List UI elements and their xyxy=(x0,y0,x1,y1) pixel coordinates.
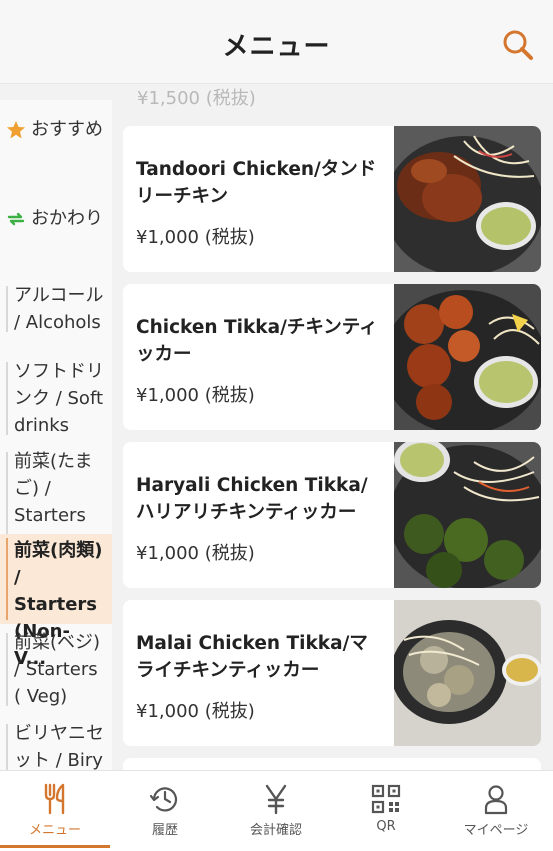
star-icon xyxy=(7,120,25,138)
tab-label: 会計確認 xyxy=(249,823,302,838)
menu-item-card[interactable] xyxy=(123,758,541,770)
refill-icon xyxy=(7,212,25,225)
item-name: Malai Chicken Tikka/マライチキンティッカー xyxy=(136,633,368,681)
item-price: ¥1,000 (税抜) xyxy=(136,543,255,564)
item-name: Chicken Tikka/チキンティッカー xyxy=(136,317,378,365)
tab-label: マイページ xyxy=(463,823,529,838)
tab-history[interactable]: 履歴 xyxy=(110,771,220,851)
food-photo xyxy=(394,442,541,588)
tab-my-page[interactable]: マイページ xyxy=(441,771,551,851)
sidebar-item-label: ソフトドリンク / Soft drinks xyxy=(14,361,104,436)
item-price: ¥1,000 (税抜) xyxy=(136,385,255,406)
tab-label: 履歴 xyxy=(151,823,178,838)
food-photo xyxy=(394,284,541,430)
page-title: メニュー xyxy=(222,32,331,62)
fork-knife-icon xyxy=(38,782,72,816)
sidebar-item-starters-non-veg[interactable]: 前菜(肉類) / Starters (Non- V... xyxy=(0,534,112,669)
tab-qr[interactable]: QR xyxy=(331,771,441,851)
sidebar-item-biryani-set[interactable]: ビリヤニセット / Biry xyxy=(0,720,112,770)
item-price: ¥1,500 (税抜) xyxy=(137,88,256,109)
sidebar-item-soft-drinks[interactable]: ソフトドリンク / Soft drinks xyxy=(0,358,112,439)
item-name: Tandoori Chicken/タンドリーチキン xyxy=(136,159,377,207)
sidebar-item-label: 前菜(ベジ) / Starters ( Veg) xyxy=(14,632,101,707)
sidebar-item-label: おすすめ xyxy=(31,119,103,140)
search-icon[interactable] xyxy=(501,28,535,62)
menu-list: ¥1,500 (税抜) Tandoori Chicken/タンドリーチキン ¥1… xyxy=(123,84,543,770)
sidebar-item-label: アルコール / Alcohols xyxy=(14,285,104,333)
sidebar-item-alcohols[interactable]: アルコール / Alcohols xyxy=(0,282,112,336)
menu-item-card[interactable]: Tandoori Chicken/タンドリーチキン ¥1,000 (税抜) xyxy=(123,126,541,272)
menu-item-card[interactable]: Malai Chicken Tikka/マライチキンティッカー ¥1,000 (… xyxy=(123,600,541,746)
sidebar-item-label: ビリヤニセット / Biry xyxy=(14,723,104,770)
menu-item-card[interactable]: Haryali Chicken Tikka/ハリアリチキンティッカー ¥1,00… xyxy=(123,442,541,588)
sidebar-item-starters-veg[interactable]: 前菜(ベジ) / Starters ( Veg) xyxy=(0,629,112,710)
user-icon xyxy=(479,782,513,816)
history-icon xyxy=(148,782,182,816)
tab-menu[interactable]: メニュー xyxy=(0,771,110,851)
menu-item-card[interactable]: Chicken Tikka/チキンティッカー ¥1,000 (税抜) xyxy=(123,284,541,430)
food-photo xyxy=(394,126,541,272)
item-price: ¥1,000 (税抜) xyxy=(136,227,255,248)
active-tab-indicator xyxy=(0,845,110,848)
tab-check-bill[interactable]: 会計確認 xyxy=(221,771,331,851)
yen-icon xyxy=(259,782,293,816)
sidebar-item-label: おかわり xyxy=(31,208,103,229)
item-name: Haryali Chicken Tikka/ハリアリチキンティッカー xyxy=(136,475,368,523)
bottom-tab-bar: メニュー 履歴 会計確認 QR マイページ xyxy=(0,770,553,851)
app-header: メニュー xyxy=(0,0,553,84)
tab-label: メニュー xyxy=(28,823,81,838)
sidebar-item-refill[interactable]: おかわり xyxy=(0,205,112,232)
tab-label: QR xyxy=(376,819,396,834)
sidebar-item-recommend[interactable]: おすすめ xyxy=(0,116,112,143)
qr-icon xyxy=(369,782,403,816)
item-price: ¥1,000 (税抜) xyxy=(136,701,255,722)
food-photo xyxy=(394,600,541,746)
category-sidebar: おすすめ おかわり アルコール / Alcohols ソフトドリンク / Sof… xyxy=(0,100,112,770)
